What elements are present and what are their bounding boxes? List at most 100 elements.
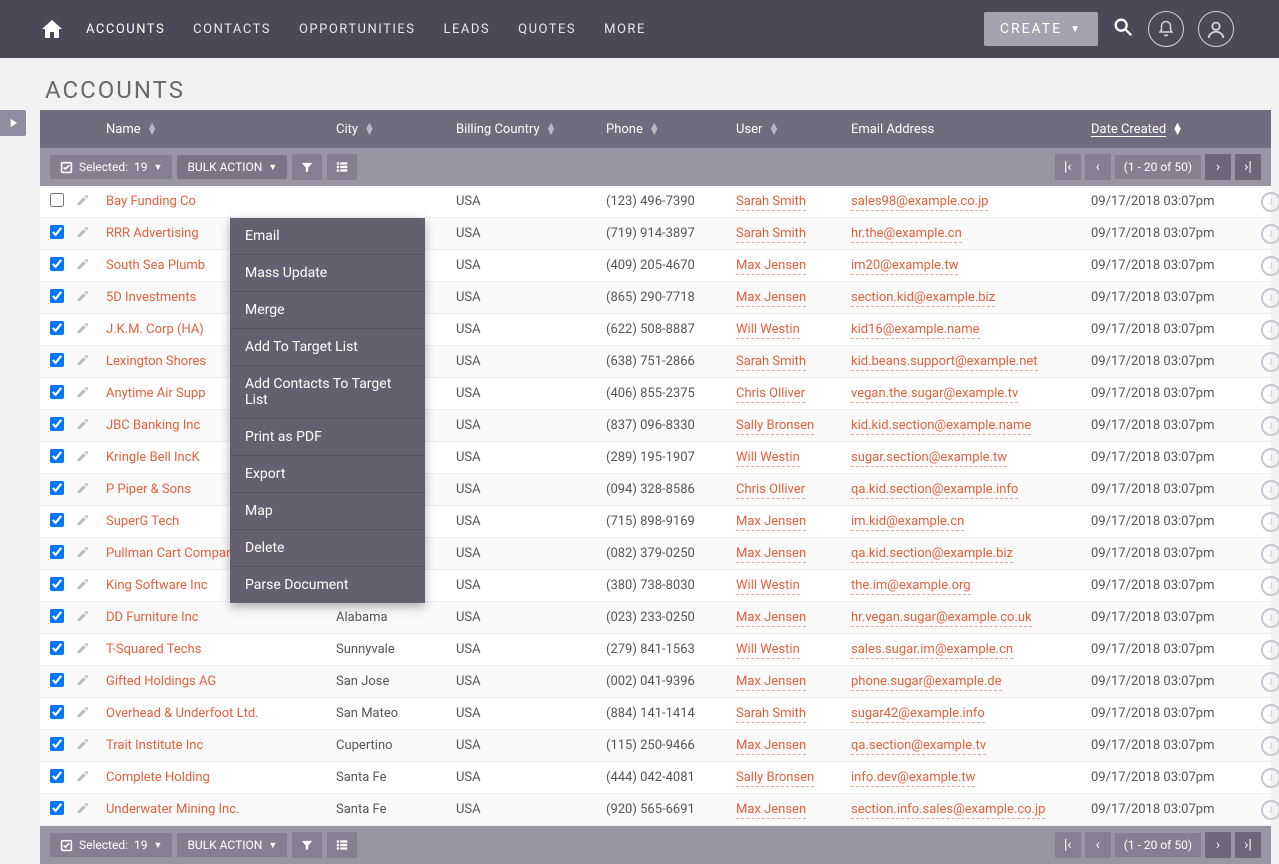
- row-checkbox[interactable]: [50, 289, 64, 303]
- account-name-link[interactable]: Overhead & Underfoot Ltd.: [106, 706, 259, 721]
- edit-icon[interactable]: [76, 708, 90, 723]
- pager-last[interactable]: ›|: [1235, 832, 1261, 858]
- email-link[interactable]: section.kid@example.biz: [851, 290, 995, 307]
- pager-next[interactable]: ›: [1205, 154, 1231, 180]
- pager-last[interactable]: ›|: [1235, 154, 1261, 180]
- info-icon[interactable]: i: [1261, 704, 1279, 724]
- email-link[interactable]: qa.section@example.tv: [851, 738, 986, 755]
- info-icon[interactable]: i: [1261, 480, 1279, 500]
- info-icon[interactable]: i: [1261, 384, 1279, 404]
- pager-prev[interactable]: ‹: [1085, 832, 1111, 858]
- pager-first[interactable]: |‹: [1055, 832, 1081, 858]
- info-icon[interactable]: i: [1261, 192, 1279, 212]
- row-checkbox[interactable]: [50, 321, 64, 335]
- email-link[interactable]: sugar.section@example.tw: [851, 450, 1007, 467]
- account-name-link[interactable]: Trait Institute Inc: [106, 738, 203, 753]
- bulk-action-button[interactable]: BULK ACTION ▼: [177, 155, 287, 179]
- account-name-link[interactable]: Bay Funding Co: [106, 194, 196, 209]
- row-checkbox[interactable]: [50, 257, 64, 271]
- user-link[interactable]: Will Westin: [736, 322, 800, 339]
- edit-icon[interactable]: [76, 644, 90, 659]
- info-icon[interactable]: i: [1261, 256, 1279, 276]
- row-checkbox[interactable]: [50, 417, 64, 431]
- account-name-link[interactable]: Gifted Holdings AG: [106, 674, 216, 689]
- col-date[interactable]: Date Created ▲▼: [1091, 122, 1251, 137]
- user-link[interactable]: Max Jensen: [736, 290, 806, 307]
- account-name-link[interactable]: Kringle Bell IncK: [106, 450, 200, 465]
- info-icon[interactable]: i: [1261, 416, 1279, 436]
- account-name-link[interactable]: JBC Banking Inc: [106, 418, 200, 433]
- edit-icon[interactable]: [76, 548, 90, 563]
- email-link[interactable]: kid.beans.support@example.net: [851, 354, 1038, 371]
- info-icon[interactable]: i: [1261, 512, 1279, 532]
- info-icon[interactable]: i: [1261, 640, 1279, 660]
- col-country[interactable]: Billing Country ▲▼: [456, 122, 606, 137]
- bulk-action-item[interactable]: Add To Target List: [230, 329, 425, 366]
- user-link[interactable]: Will Westin: [736, 450, 800, 467]
- info-icon[interactable]: i: [1261, 352, 1279, 372]
- account-name-link[interactable]: Underwater Mining Inc.: [106, 802, 239, 817]
- account-name-link[interactable]: South Sea Plumb: [106, 258, 205, 273]
- user-link[interactable]: Max Jensen: [736, 738, 806, 755]
- user-link[interactable]: Max Jensen: [736, 610, 806, 627]
- email-link[interactable]: kid16@example.name: [851, 322, 980, 339]
- email-link[interactable]: qa.kid.section@example.biz: [851, 546, 1013, 563]
- edit-icon[interactable]: [76, 804, 90, 819]
- home-icon[interactable]: [40, 17, 64, 41]
- bulk-action-item[interactable]: Delete: [230, 530, 425, 567]
- bulk-action-item[interactable]: Add Contacts To Target List: [230, 366, 425, 419]
- edit-icon[interactable]: [76, 516, 90, 531]
- bulk-action-button[interactable]: BULK ACTION ▼: [177, 833, 287, 857]
- nav-contacts[interactable]: CONTACTS: [193, 22, 271, 37]
- user-icon[interactable]: [1198, 11, 1234, 47]
- user-link[interactable]: Max Jensen: [736, 674, 806, 691]
- email-link[interactable]: phone.sugar@example.de: [851, 674, 1002, 691]
- row-checkbox[interactable]: [50, 481, 64, 495]
- edit-icon[interactable]: [76, 772, 90, 787]
- edit-icon[interactable]: [76, 228, 90, 243]
- col-name[interactable]: Name ▲▼: [106, 122, 336, 137]
- row-checkbox[interactable]: [50, 769, 64, 783]
- columns-icon[interactable]: [327, 832, 357, 858]
- account-name-link[interactable]: Lexington Shores: [106, 354, 206, 369]
- row-checkbox[interactable]: [50, 577, 64, 591]
- account-name-link[interactable]: P Piper & Sons: [106, 482, 191, 497]
- email-link[interactable]: section.info.sales@example.co.jp: [851, 802, 1045, 819]
- edit-icon[interactable]: [76, 484, 90, 499]
- email-link[interactable]: hr.vegan.sugar@example.co.uk: [851, 610, 1032, 627]
- edit-icon[interactable]: [76, 452, 90, 467]
- edit-icon[interactable]: [76, 324, 90, 339]
- edit-icon[interactable]: [76, 676, 90, 691]
- nav-more[interactable]: MORE: [604, 22, 646, 37]
- user-link[interactable]: Will Westin: [736, 642, 800, 659]
- notifications-icon[interactable]: [1148, 11, 1184, 47]
- pager-next[interactable]: ›: [1205, 832, 1231, 858]
- col-user[interactable]: User ▲▼: [736, 122, 851, 137]
- email-link[interactable]: qa.kid.section@example.info: [851, 482, 1018, 499]
- create-button[interactable]: CREATE ▼: [984, 12, 1098, 46]
- info-icon[interactable]: i: [1261, 576, 1279, 596]
- row-checkbox[interactable]: [50, 609, 64, 623]
- bulk-action-item[interactable]: Email: [230, 218, 425, 255]
- info-icon[interactable]: i: [1261, 672, 1279, 692]
- info-icon[interactable]: i: [1261, 448, 1279, 468]
- email-link[interactable]: info.dev@example.tw: [851, 770, 975, 787]
- user-link[interactable]: Max Jensen: [736, 514, 806, 531]
- selected-button[interactable]: Selected: 19 ▼: [50, 155, 172, 179]
- edit-icon[interactable]: [76, 612, 90, 627]
- bulk-action-item[interactable]: Mass Update: [230, 255, 425, 292]
- user-link[interactable]: Sally Bronsen: [736, 418, 814, 435]
- col-email[interactable]: Email Address: [851, 122, 1091, 137]
- account-name-link[interactable]: DD Furniture Inc: [106, 610, 199, 625]
- info-icon[interactable]: i: [1261, 800, 1279, 820]
- pager-prev[interactable]: ‹: [1085, 154, 1111, 180]
- edit-icon[interactable]: [76, 388, 90, 403]
- email-link[interactable]: vegan.the.sugar@example.tv: [851, 386, 1018, 403]
- email-link[interactable]: im20@example.tw: [851, 258, 958, 275]
- search-icon[interactable]: [1112, 16, 1134, 42]
- account-name-link[interactable]: SuperG Tech: [106, 514, 179, 529]
- email-link[interactable]: kid.kid.section@example.name: [851, 418, 1031, 435]
- email-link[interactable]: hr.the@example.cn: [851, 226, 962, 243]
- account-name-link[interactable]: Anytime Air Supp: [106, 386, 206, 401]
- user-link[interactable]: Will Westin: [736, 578, 800, 595]
